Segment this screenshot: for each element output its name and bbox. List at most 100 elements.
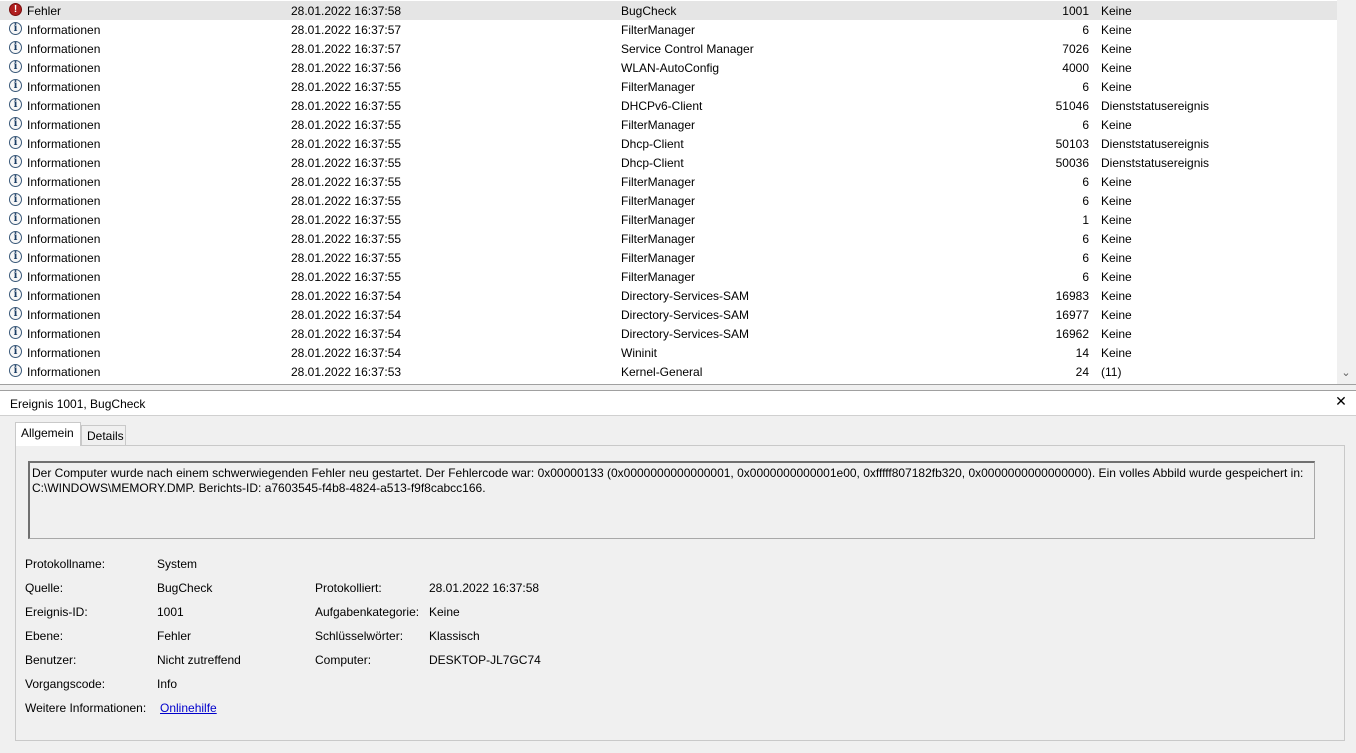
level-cell: Fehler xyxy=(27,4,62,18)
source-cell: FilterManager xyxy=(621,80,696,94)
event-id-cell: 6 xyxy=(1082,118,1089,132)
event-id-cell: 51046 xyxy=(1055,99,1089,113)
event-row[interactable]: i Informationen 28.01.2022 16:37:54 Directo… xyxy=(0,324,1337,343)
online-help-link[interactable]: Onlinehilfe xyxy=(160,701,217,715)
task-category-cell: Keine xyxy=(1101,308,1132,322)
source-cell: Wininit xyxy=(621,346,658,360)
event-row[interactable]: i Informationen 28.01.2022 16:37:57 Service… xyxy=(0,39,1337,58)
event-id-cell: 16962 xyxy=(1055,327,1089,341)
date-cell: 28.01.2022 16:37:55 xyxy=(291,99,402,113)
event-id-cell: 50036 xyxy=(1055,156,1089,170)
info-icon: i xyxy=(9,326,22,339)
event-row[interactable]: i Informationen 28.01.2022 16:37:55 FilterM… xyxy=(0,229,1337,248)
task-category-cell: Keine xyxy=(1101,232,1132,246)
logged-label: Protokolliert: xyxy=(315,581,382,595)
source-cell: DHCPv6-Client xyxy=(621,99,703,113)
event-row[interactable]: i Informationen 28.01.2022 16:37:55 FilterM… xyxy=(0,248,1337,267)
event-id-cell: 1001 xyxy=(1062,4,1089,18)
source-cell: Directory-Services-SAM xyxy=(621,308,750,322)
info-icon: i xyxy=(9,288,22,301)
date-cell: 28.01.2022 16:37:54 xyxy=(291,308,402,322)
level-label: Ebene: xyxy=(25,629,64,643)
info-icon: i xyxy=(9,22,22,35)
keywords-value: Klassisch xyxy=(429,629,480,643)
event-list[interactable]: ! Fehler 28.01.2022 16:37:58 BugCheck 1001 Ke… xyxy=(0,0,1356,384)
event-row[interactable]: i Informationen 28.01.2022 16:37:56 WLAN-Au… xyxy=(0,58,1337,77)
event-row[interactable]: i Informationen 28.01.2022 16:37:53 Kernel-… xyxy=(0,362,1337,381)
opcode-label: Vorgangscode: xyxy=(25,677,106,691)
general-tab-panel: Der Computer wurde nach einem schwerwieg… xyxy=(15,445,1345,741)
task-category-cell: Dienststatusereignis xyxy=(1101,137,1210,151)
date-cell: 28.01.2022 16:37:55 xyxy=(291,118,402,132)
level-cell: Informationen xyxy=(27,289,101,303)
date-cell: 28.01.2022 16:37:55 xyxy=(291,213,402,227)
opcode-value: Info xyxy=(157,677,178,691)
event-row[interactable]: i Informationen 28.01.2022 16:37:55 DHCPv6-… xyxy=(0,96,1337,115)
event-row[interactable]: i Informationen 28.01.2022 16:37:54 Wininit… xyxy=(0,343,1337,362)
tab-details[interactable]: Details xyxy=(81,425,126,446)
event-row[interactable]: i Informationen 28.01.2022 16:37:55 FilterM… xyxy=(0,77,1337,96)
date-cell: 28.01.2022 16:37:55 xyxy=(291,194,402,208)
source-cell: FilterManager xyxy=(621,175,696,189)
info-icon: i xyxy=(9,231,22,244)
task-category-cell: Keine xyxy=(1101,118,1132,132)
event-row[interactable]: i Informationen 28.01.2022 16:37:57 FilterM… xyxy=(0,20,1337,39)
event-row[interactable]: ! Fehler 28.01.2022 16:37:58 BugCheck 1001 Ke… xyxy=(0,1,1337,20)
date-cell: 28.01.2022 16:37:55 xyxy=(291,80,402,94)
event-id-cell: 14 xyxy=(1075,346,1089,360)
level-cell: Informationen xyxy=(27,156,101,170)
tab-general[interactable]: Allgemein xyxy=(15,422,81,446)
event-row[interactable]: i Informationen 28.01.2022 16:37:55 FilterM… xyxy=(0,191,1337,210)
task-category-cell: Keine xyxy=(1101,213,1132,227)
info-icon: i xyxy=(9,41,22,54)
event-row[interactable]: i Informationen 28.01.2022 16:37:55 Dhcp-Cl… xyxy=(0,134,1337,153)
task-category-value: Keine xyxy=(429,605,460,619)
event-id-cell: 50103 xyxy=(1055,137,1089,151)
task-category-cell: Keine xyxy=(1101,327,1132,341)
source-cell: Kernel-General xyxy=(621,365,703,379)
event-row[interactable]: i Informationen 28.01.2022 16:37:54 Directo… xyxy=(0,286,1337,305)
event-id-cell: 6 xyxy=(1082,251,1089,265)
level-cell: Informationen xyxy=(27,251,101,265)
date-cell: 28.01.2022 16:37:58 xyxy=(291,4,402,18)
source-cell: FilterManager xyxy=(621,23,696,37)
event-row[interactable]: i Informationen 28.01.2022 16:37:55 FilterM… xyxy=(0,267,1337,286)
source-value: BugCheck xyxy=(157,581,213,595)
task-category-cell: Keine xyxy=(1101,346,1132,360)
event-row[interactable]: i Informationen 28.01.2022 16:37:54 Directo… xyxy=(0,305,1337,324)
source-cell: Directory-Services-SAM xyxy=(621,289,750,303)
date-cell: 28.01.2022 16:37:57 xyxy=(291,42,402,56)
event-row[interactable]: i Informationen 28.01.2022 16:37:55 FilterM… xyxy=(0,115,1337,134)
task-category-cell: Keine xyxy=(1101,270,1132,284)
event-row[interactable]: i Informationen 28.01.2022 16:37:55 Dhcp-Cl… xyxy=(0,153,1337,172)
task-category-cell: Keine xyxy=(1101,61,1132,75)
close-icon[interactable]: ✕ xyxy=(1334,394,1348,410)
computer-value: DESKTOP-JL7GC74 xyxy=(429,653,541,667)
source-cell: FilterManager xyxy=(621,213,696,227)
event-id-cell: 16983 xyxy=(1055,289,1089,303)
info-icon: i xyxy=(9,307,22,320)
event-row[interactable]: i Informationen 28.01.2022 16:37:55 FilterM… xyxy=(0,172,1337,191)
more-info-label: Weitere Informationen: xyxy=(25,701,147,715)
info-icon: i xyxy=(9,212,22,225)
info-icon: i xyxy=(9,60,22,73)
task-category-cell: Keine xyxy=(1101,23,1132,37)
event-id-cell: 4000 xyxy=(1062,61,1089,75)
task-category-cell: Keine xyxy=(1101,42,1132,56)
task-category-cell: Keine xyxy=(1101,175,1132,189)
log-name-value: System xyxy=(157,557,198,571)
event-row[interactable]: i Informationen 28.01.2022 16:37:55 FilterM… xyxy=(0,210,1337,229)
detail-title: Ereignis 1001, BugCheck xyxy=(10,397,146,411)
vertical-scrollbar[interactable]: ⌄ xyxy=(1337,0,1356,384)
level-cell: Informationen xyxy=(27,99,101,113)
event-message[interactable]: Der Computer wurde nach einem schwerwieg… xyxy=(28,461,1315,539)
log-name-label: Protokollname: xyxy=(25,557,106,571)
scroll-down-arrow-icon[interactable]: ⌄ xyxy=(1341,368,1351,379)
level-cell: Informationen xyxy=(27,194,101,208)
date-cell: 28.01.2022 16:37:54 xyxy=(291,346,402,360)
event-id-cell: 24 xyxy=(1075,365,1089,379)
level-cell: Informationen xyxy=(27,270,101,284)
info-icon: i xyxy=(9,155,22,168)
level-cell: Informationen xyxy=(27,80,101,94)
info-icon: i xyxy=(9,79,22,92)
